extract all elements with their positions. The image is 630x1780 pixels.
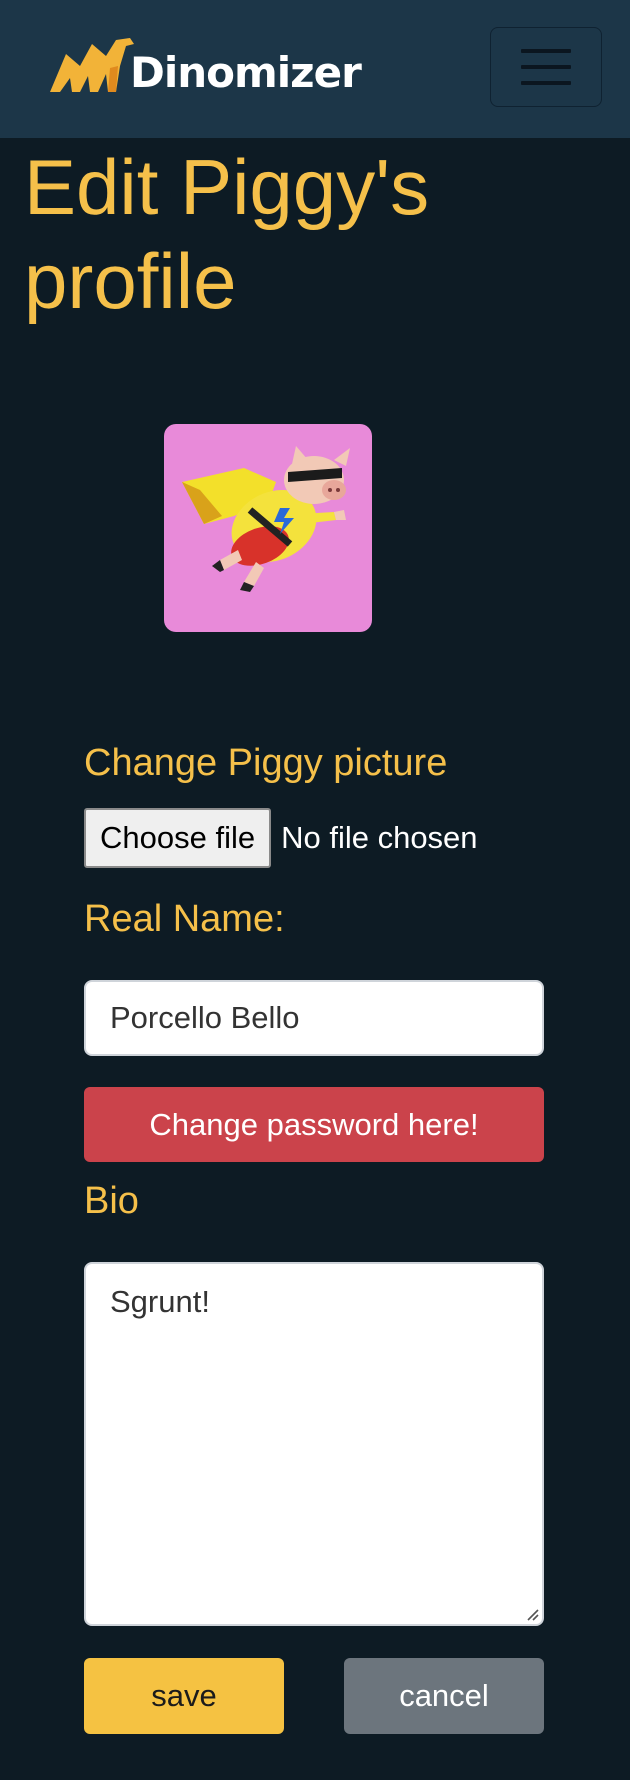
brand-link[interactable]: Dinomizer <box>46 32 362 102</box>
page-title: Edit Piggy's profile <box>24 143 430 325</box>
navbar: Dinomizer <box>0 0 630 138</box>
superhero-pig-image <box>182 446 350 592</box>
bio-label: Bio <box>84 1180 139 1222</box>
file-input[interactable]: Choose file No file chosen <box>84 808 478 868</box>
resize-handle-icon[interactable] <box>524 1606 540 1622</box>
save-button[interactable]: save <box>84 1658 284 1734</box>
file-status-text: No file chosen <box>281 820 478 855</box>
profile-picture <box>164 424 372 632</box>
real-name-label: Real Name: <box>84 898 285 940</box>
bio-textarea[interactable]: Sgrunt! <box>84 1262 544 1626</box>
choose-file-button[interactable]: Choose file <box>84 808 272 868</box>
cancel-button[interactable]: cancel <box>344 1658 544 1734</box>
brand-name: Dinomizer <box>130 47 362 97</box>
change-password-button[interactable]: Change password here! <box>84 1087 544 1162</box>
hamburger-menu-button[interactable] <box>490 27 602 107</box>
dinosaur-logo-icon <box>50 38 134 92</box>
real-name-input[interactable] <box>84 980 544 1056</box>
hamburger-menu-icon <box>521 49 571 53</box>
picture-label: Change Piggy picture <box>84 742 448 784</box>
